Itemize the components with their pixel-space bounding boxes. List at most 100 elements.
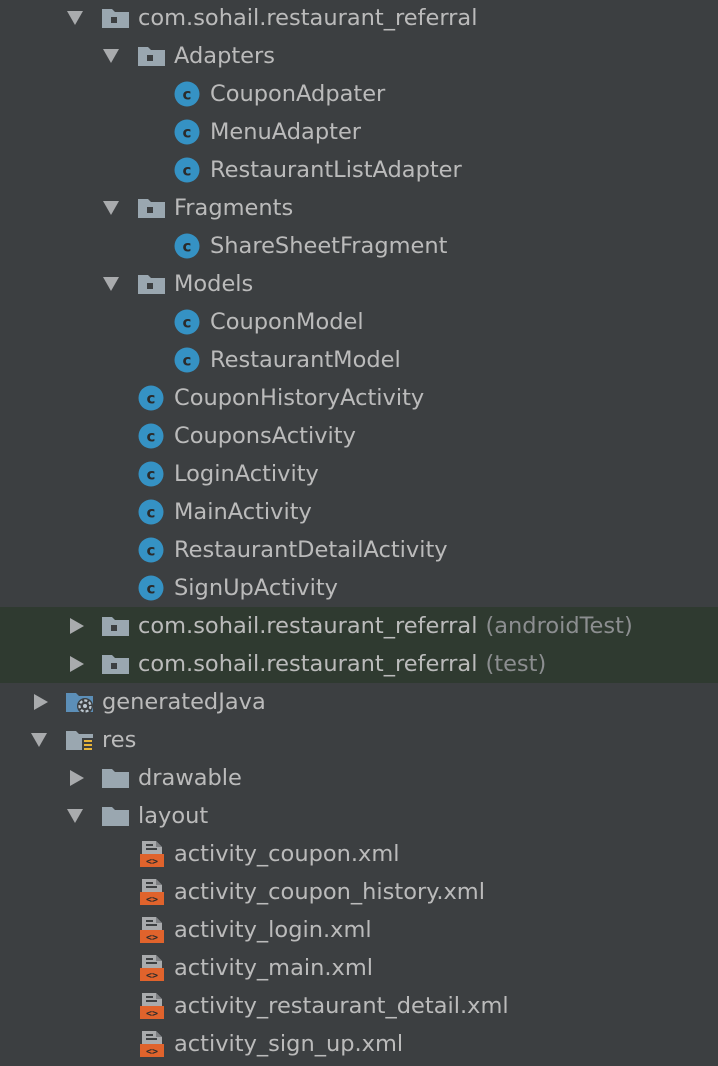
tree-row-label: com.sohail.restaurant_referral [138,5,478,31]
tree-row-activity-restaurant-detail-xml[interactable]: <> activity_restaurant_detail.xml [0,987,718,1025]
class-icon: c [137,498,167,526]
svg-text:c: c [147,580,156,598]
svg-text:c: c [183,314,192,332]
chevron-right-icon[interactable] [70,656,84,672]
chevron-right-icon[interactable] [70,618,84,634]
tree-row-coupon-adpater[interactable]: c CouponAdpater [0,75,718,113]
svg-text:c: c [183,124,192,142]
tree-row-label: CouponHistoryActivity [174,385,425,411]
layout-xml-icon: <> [137,1030,167,1058]
class-icon: c [173,118,203,146]
class-icon: c [173,80,203,108]
tree-row-label: drawable [138,765,242,791]
tree-row-label: res [102,727,137,753]
svg-text:c: c [147,466,156,484]
svg-text:<>: <> [146,1009,158,1020]
tree-row-activity-coupon-xml[interactable]: <> activity_coupon.xml [0,835,718,873]
tree-row-restaurant-list-adapter[interactable]: c RestaurantListAdapter [0,151,718,189]
tree-row-fragments[interactable]: Fragments [0,189,718,227]
package-name: com.sohail.restaurant_referral [138,613,478,639]
package-folder-icon [137,42,167,70]
tree-row-coupon-history-activity[interactable]: c CouponHistoryActivity [0,379,718,417]
tree-row-package-android-test[interactable]: com.sohail.restaurant_referral (androidTe… [0,607,718,645]
chevron-down-icon[interactable] [67,11,83,25]
svg-text:<>: <> [146,1047,158,1058]
tree-row-generated-java[interactable]: generatedJava [0,683,718,721]
svg-text:c: c [183,162,192,180]
tree-row-label: Fragments [174,195,294,221]
svg-text:<>: <> [146,857,158,868]
package-folder-icon [101,612,131,640]
tree-row-label: CouponAdpater [210,81,386,107]
layout-xml-icon: <> [137,916,167,944]
chevron-right-icon[interactable] [34,694,48,710]
svg-text:c: c [147,504,156,522]
class-icon: c [137,460,167,488]
tree-row-label: CouponsActivity [174,423,356,449]
tree-row-restaurant-model[interactable]: c RestaurantModel [0,341,718,379]
tree-row-main-activity[interactable]: c MainActivity [0,493,718,531]
class-icon: c [137,422,167,450]
package-folder-icon [137,194,167,222]
tree-row-adapters[interactable]: Adapters [0,37,718,75]
chevron-down-icon[interactable] [67,809,83,823]
tree-row-share-sheet-fragment[interactable]: c ShareSheetFragment [0,227,718,265]
chevron-down-icon[interactable] [103,277,119,291]
class-icon: c [173,156,203,184]
tree-row-package-main[interactable]: com.sohail.restaurant_referral [0,0,718,37]
package-folder-icon [101,650,131,678]
tree-row-models[interactable]: Models [0,265,718,303]
layout-xml-icon: <> [137,878,167,906]
tree-row-label: com.sohail.restaurant_referral (test) [138,650,546,678]
svg-text:c: c [183,352,192,370]
class-icon: c [173,346,203,374]
tree-row-package-test[interactable]: com.sohail.restaurant_referral (test) [0,645,718,683]
chevron-down-icon[interactable] [103,201,119,215]
generated-java-folder-icon [65,688,95,716]
chevron-down-icon[interactable] [103,49,119,63]
svg-text:c: c [147,428,156,446]
layout-xml-icon: <> [137,992,167,1020]
tree-row-activity-login-xml[interactable]: <> activity_login.xml [0,911,718,949]
source-set-suffix: (androidTest) [485,613,633,639]
class-icon: c [137,536,167,564]
package-name: com.sohail.restaurant_referral [138,651,478,677]
tree-row-label: RestaurantDetailActivity [174,537,448,563]
class-icon: c [137,384,167,412]
tree-row-label: SignUpActivity [174,575,338,601]
chevron-down-icon[interactable] [31,733,47,747]
tree-row-coupon-model[interactable]: c CouponModel [0,303,718,341]
tree-row-label: activity_sign_up.xml [174,1031,404,1057]
tree-row-restaurant-detail-activity[interactable]: c RestaurantDetailActivity [0,531,718,569]
svg-text:c: c [183,238,192,256]
class-icon: c [173,308,203,336]
tree-row-coupons-activity[interactable]: c CouponsActivity [0,417,718,455]
tree-row-drawable[interactable]: drawable [0,759,718,797]
tree-row-label: Models [174,271,254,297]
tree-row-activity-main-xml[interactable]: <> activity_main.xml [0,949,718,987]
class-icon: c [173,232,203,260]
svg-text:c: c [147,542,156,560]
layout-xml-icon: <> [137,954,167,982]
tree-row-label: activity_coupon_history.xml [174,879,485,905]
tree-row-activity-sign-up-xml[interactable]: <> activity_sign_up.xml [0,1025,718,1063]
chevron-right-icon[interactable] [70,770,84,786]
tree-row-layout[interactable]: layout [0,797,718,835]
tree-row-label: MainActivity [174,499,312,525]
svg-text:<>: <> [146,895,158,906]
tree-row-label: MenuAdapter [210,119,362,145]
tree-row-login-activity[interactable]: c LoginActivity [0,455,718,493]
tree-row-menu-adapter[interactable]: c MenuAdapter [0,113,718,151]
tree-row-res[interactable]: res [0,721,718,759]
tree-row-label: LoginActivity [174,461,319,487]
tree-row-label: CouponModel [210,309,364,335]
tree-row-label: Adapters [174,43,275,69]
tree-row-label: generatedJava [102,689,266,715]
source-set-suffix: (test) [485,651,547,677]
class-icon: c [137,574,167,602]
tree-row-activity-coupon-history-xml[interactable]: <> activity_coupon_history.xml [0,873,718,911]
svg-text:<>: <> [146,933,158,944]
tree-row-label: RestaurantModel [210,347,401,373]
resources-folder-icon [65,726,95,754]
tree-row-sign-up-activity[interactable]: c SignUpActivity [0,569,718,607]
